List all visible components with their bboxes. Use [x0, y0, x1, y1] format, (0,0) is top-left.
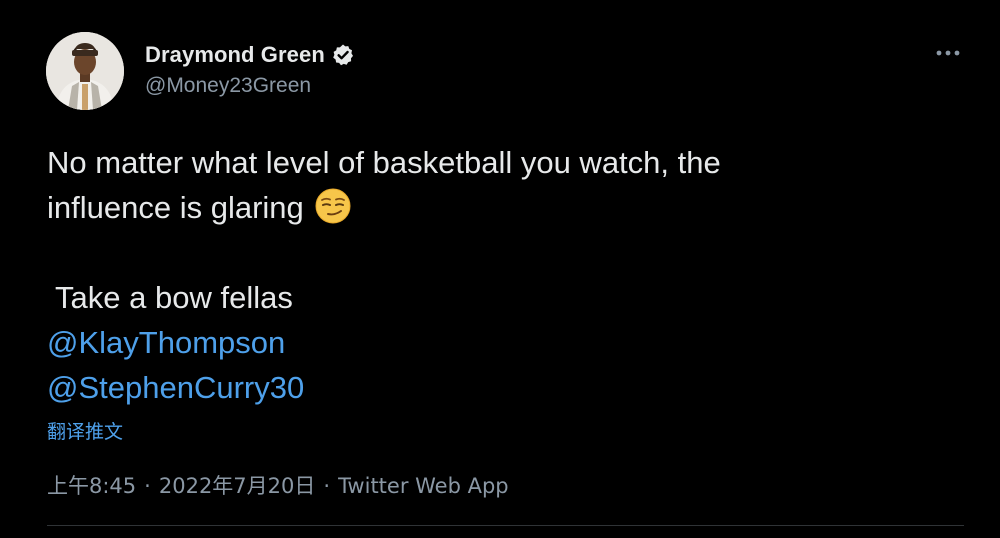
smirking-face-emoji — [314, 187, 352, 225]
meta-separator: · — [323, 474, 331, 498]
tweet-date[interactable]: 2022年7月20日 — [159, 474, 316, 498]
author-block: Draymond Green @Money23Green — [145, 40, 355, 98]
avatar[interactable] — [46, 32, 124, 110]
divider — [47, 525, 964, 526]
tweet-line-2-text: influence is glaring — [47, 190, 304, 225]
tweet-source[interactable]: Twitter Web App — [338, 474, 509, 498]
tweet-line-2: influence is glaring — [47, 185, 947, 230]
name-row: Draymond Green — [145, 40, 355, 70]
tweet-metadata: 上午8:45 · 2022年7月20日 · Twitter Web App — [47, 470, 509, 500]
tweet-line-3: Take a bow fellas — [47, 280, 293, 315]
tweet-text: No matter what level of basketball you w… — [47, 140, 947, 410]
verified-badge-icon — [331, 43, 355, 67]
translate-tweet-link[interactable]: 翻译推文 — [47, 417, 123, 444]
tweet: Draymond Green @Money23Green No matter w… — [0, 0, 1000, 538]
display-name[interactable]: Draymond Green — [145, 42, 325, 68]
tweet-time[interactable]: 上午8:45 — [47, 474, 136, 498]
user-handle[interactable]: @Money23Green — [145, 74, 355, 98]
more-horizontal-icon[interactable] — [930, 40, 966, 66]
tweet-line-1: No matter what level of basketball you w… — [47, 145, 721, 180]
meta-separator: · — [144, 474, 151, 498]
mention-klay-thompson[interactable]: @KlayThompson — [47, 320, 947, 365]
mention-stephen-curry[interactable]: @StephenCurry30 — [47, 365, 947, 410]
